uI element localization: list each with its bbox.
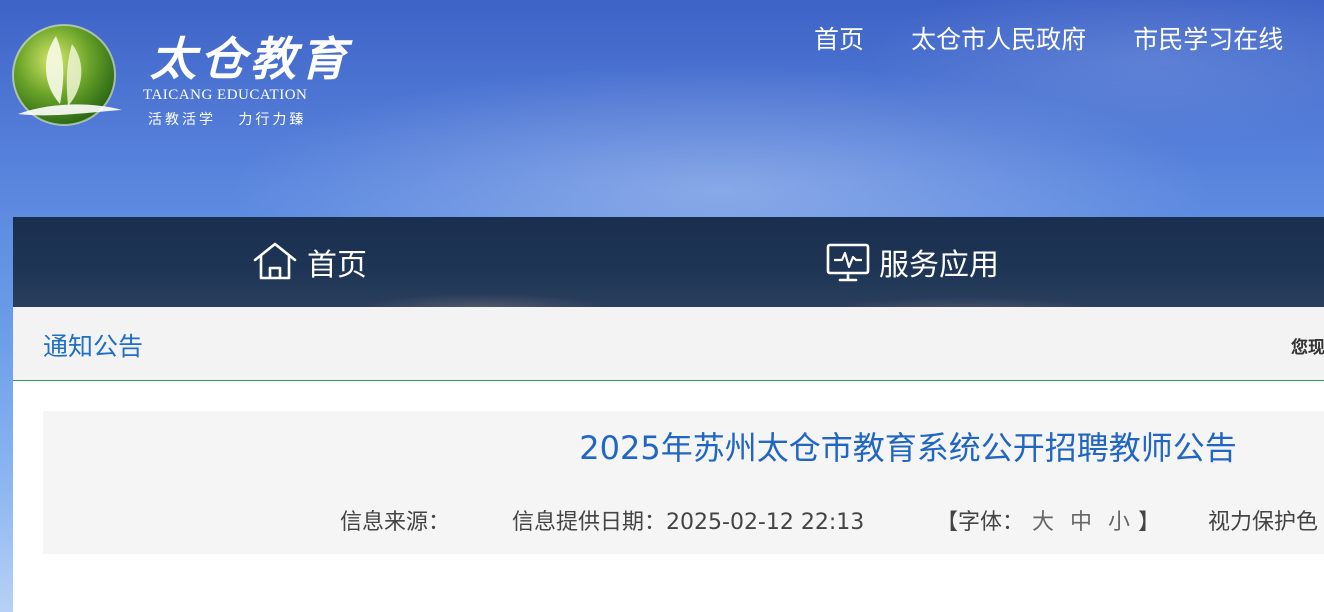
breadcrumb: 通知公告 您现	[13, 307, 1324, 381]
nav-background-clouds	[13, 267, 1324, 307]
nav-services-label: 服务应用	[879, 248, 999, 283]
eye-care-color-toggle[interactable]: 视力保护色	[1208, 504, 1318, 536]
site-logo[interactable]: 太仓教育 TAICANG EDUCATION 活教活学 力行力臻	[12, 20, 372, 130]
font-size-switcher: 【字体： 大中小】	[936, 504, 1160, 536]
nav-item-home[interactable]: 首页	[251, 237, 367, 287]
article-header: 2025年苏州太仓市教育系统公开招聘教师公告 信息来源： 信息提供日期：2025…	[43, 411, 1324, 554]
info-date-value: 2025-02-12 22:13	[666, 510, 865, 535]
main-nav: 首页 服务应用	[13, 217, 1324, 307]
font-medium-button[interactable]: 中	[1070, 510, 1092, 535]
font-switch-close: 】	[1138, 510, 1161, 535]
font-large-button[interactable]: 大	[1032, 510, 1054, 535]
info-source: 信息来源：	[340, 510, 451, 535]
logo-english-name: TAICANG EDUCATION	[143, 87, 308, 103]
nav-item-services[interactable]: 服务应用	[825, 237, 999, 287]
article-title: 2025年苏州太仓市教育系统公开招聘教师公告	[579, 429, 1237, 467]
house-icon	[253, 242, 297, 280]
logo-title: 太仓教育	[150, 32, 350, 86]
top-links: 首页 太仓市人民政府 市民学习在线	[814, 22, 1324, 58]
info-date: 信息提供日期：2025-02-12 22:13	[512, 504, 864, 536]
monitor-pulse-icon	[826, 243, 870, 282]
logo-slogan: 活教活学 力行力臻	[148, 112, 307, 128]
nav-home-label: 首页	[307, 248, 367, 283]
font-switch-open: 【字体：	[936, 510, 1025, 535]
breadcrumb-section[interactable]: 通知公告	[43, 327, 143, 363]
breadcrumb-location: 您现	[1291, 338, 1324, 358]
info-date-label: 信息提供日期：	[512, 510, 667, 535]
top-link-home[interactable]: 首页	[814, 22, 864, 58]
top-link-government[interactable]: 太仓市人民政府	[911, 22, 1086, 58]
top-link-citizen-learning[interactable]: 市民学习在线	[1133, 22, 1283, 58]
leaf-globe-icon	[12, 24, 122, 126]
font-small-button[interactable]: 小	[1108, 510, 1130, 535]
content-panel: 通知公告 您现 2025年苏州太仓市教育系统公开招聘教师公告 信息来源： 信息提…	[13, 307, 1324, 612]
